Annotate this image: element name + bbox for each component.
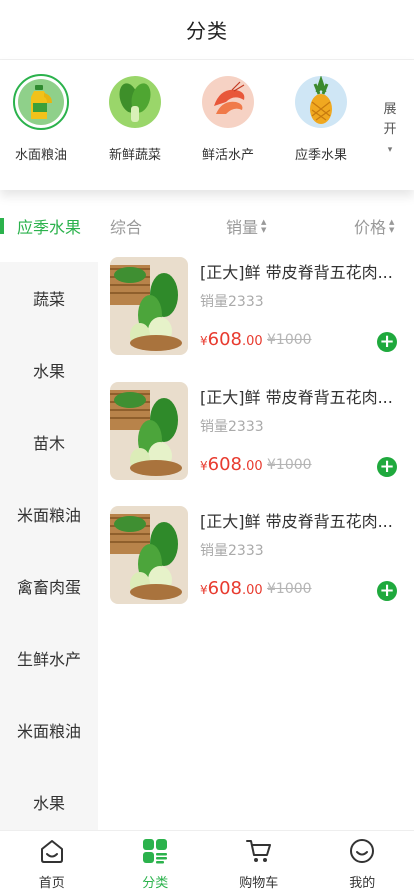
caret-down-icon: ▾ <box>387 145 393 155</box>
oil-bottle-icon <box>13 74 69 130</box>
product-image <box>110 382 188 480</box>
tab-profile[interactable]: 我的 <box>311 831 414 896</box>
add-to-cart-button[interactable]: + <box>377 332 397 352</box>
product-sales: 销量2333 <box>200 543 264 559</box>
tab-category[interactable]: 分类 <box>104 831 208 896</box>
sort-arrows-icon: ▲ ▼ <box>389 218 395 234</box>
category-label: 新鲜蔬菜 <box>108 148 161 163</box>
tab-cart[interactable]: 购物车 <box>207 831 311 896</box>
sidebar-item-vegetables[interactable]: 蔬菜 <box>0 262 98 334</box>
product-original-price: ¥1000 <box>267 457 312 473</box>
cart-icon <box>245 837 273 865</box>
pineapple-icon <box>293 74 349 130</box>
category-vegetables[interactable]: 新鲜蔬菜 <box>95 74 175 163</box>
category-label: 鲜活水产 <box>201 148 254 163</box>
sidebar-item-grain-oil[interactable]: 米面粮油 <box>0 478 98 550</box>
sort-sales-label: 销量 <box>226 218 259 237</box>
sidebar-item-seedlings[interactable]: 苗木 <box>0 406 98 478</box>
category-seafood[interactable]: 鲜活水产 <box>188 74 268 163</box>
category-label: 水面粮油 <box>14 148 67 163</box>
product-price: ¥608.00 <box>200 578 263 599</box>
product-card[interactable]: [正大]鲜 带皮脊背五花肉... 销量2333 ¥608.00 ¥1000 + <box>110 257 410 357</box>
category-icon <box>141 837 169 865</box>
add-to-cart-button[interactable]: + <box>377 457 397 477</box>
expand-button[interactable]: 展 开 ▾ <box>378 100 402 160</box>
page-title: 分类 <box>186 19 228 43</box>
product-name: [正大]鲜 带皮脊背五花肉... <box>200 388 393 407</box>
product-sales: 销量2333 <box>200 419 264 435</box>
sort-composite[interactable]: 综合 <box>110 214 142 238</box>
page-header: 分类 <box>0 0 414 60</box>
expand-label: 开 <box>383 122 397 137</box>
profile-icon <box>348 837 376 865</box>
sidebar-item-grain-oil-2[interactable]: 米面粮油 <box>0 694 98 766</box>
product-card[interactable]: [正大]鲜 带皮脊背五花肉... 销量2333 ¥608.00 ¥1000 + <box>110 382 410 482</box>
sidebar-item-seasonal-fruit[interactable]: 应季水果 <box>0 190 98 262</box>
product-original-price: ¥1000 <box>267 581 312 597</box>
category-fruit[interactable]: 应季水果 <box>281 74 361 163</box>
sort-composite-label: 综合 <box>110 218 143 237</box>
add-to-cart-button[interactable]: + <box>377 581 397 601</box>
tab-label: 购物车 <box>239 876 279 891</box>
category-strip: 水面粮油 新鲜蔬菜 鲜活水产 应季水果 展 开 ▾ <box>0 60 414 190</box>
category-label: 应季水果 <box>294 148 347 163</box>
sort-bar: 综合 销量 ▲ ▼ 价格 ▲ ▼ <box>110 214 400 240</box>
tab-label: 首页 <box>38 876 65 891</box>
expand-label: 展 <box>383 102 397 117</box>
sort-sales[interactable]: 销量 ▲ ▼ <box>226 214 266 238</box>
product-image <box>110 506 188 604</box>
tab-label: 分类 <box>142 876 169 891</box>
product-name: [正大]鲜 带皮脊背五花肉... <box>200 512 393 531</box>
bottom-tab-bar: 首页 分类 购物车 我的 <box>0 830 414 896</box>
product-image <box>110 257 188 355</box>
shrimp-icon <box>200 74 256 130</box>
category-sidebar: 应季水果 蔬菜 水果 苗木 米面粮油 禽畜肉蛋 生鲜水产 米面粮油 水果 <box>0 190 98 830</box>
sidebar-item-seafood[interactable]: 生鲜水产 <box>0 622 98 694</box>
sort-arrows-icon: ▲ ▼ <box>261 218 267 234</box>
home-icon <box>38 837 66 865</box>
sort-price[interactable]: 价格 ▲ ▼ <box>354 214 394 238</box>
tab-label: 我的 <box>349 876 376 891</box>
vegetable-icon <box>107 74 163 130</box>
category-oil[interactable]: 水面粮油 <box>1 74 81 163</box>
product-name: [正大]鲜 带皮脊背五花肉... <box>200 263 393 282</box>
product-price: ¥608.00 <box>200 329 263 350</box>
sort-price-label: 价格 <box>354 218 387 237</box>
sidebar-item-meat-eggs[interactable]: 禽畜肉蛋 <box>0 550 98 622</box>
product-card[interactable]: [正大]鲜 带皮脊背五花肉... 销量2333 ¥608.00 ¥1000 + <box>110 506 410 606</box>
sidebar-item-fruit[interactable]: 水果 <box>0 334 98 406</box>
product-price: ¥608.00 <box>200 454 263 475</box>
tab-home[interactable]: 首页 <box>0 831 104 896</box>
sidebar-item-fruit-2[interactable]: 水果 <box>0 766 98 838</box>
product-original-price: ¥1000 <box>267 332 312 348</box>
product-sales: 销量2333 <box>200 294 264 310</box>
